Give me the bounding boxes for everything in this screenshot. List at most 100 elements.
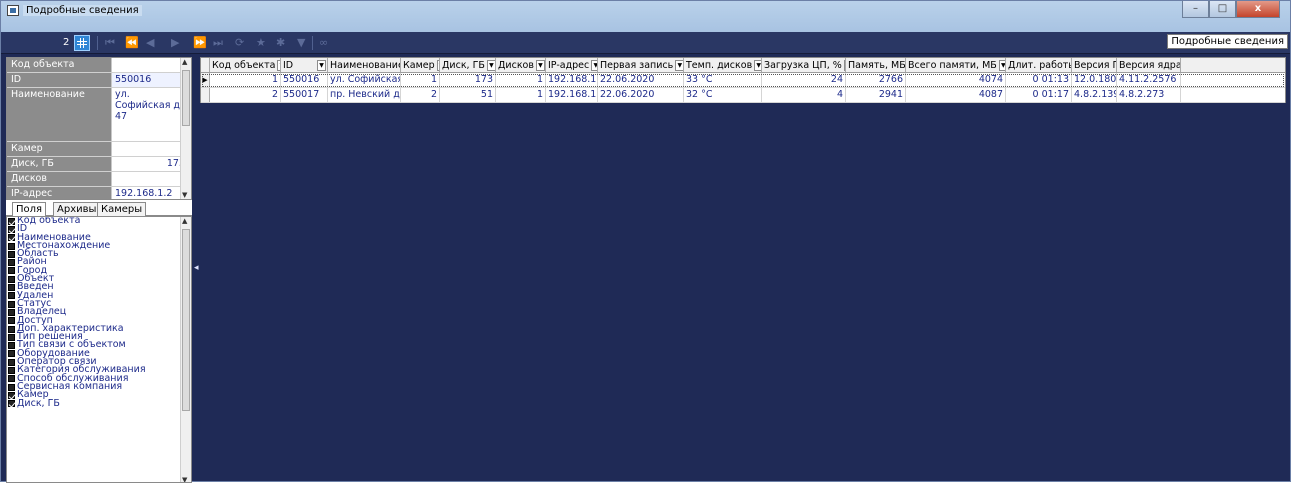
checkbox-unchecked-icon[interactable] bbox=[8, 242, 15, 250]
table-row[interactable]: 2550017пр. Невский д. 102511192.168.1.32… bbox=[201, 88, 1285, 103]
checkbox-unchecked-icon[interactable] bbox=[8, 383, 15, 391]
checkbox-unchecked-icon[interactable] bbox=[8, 292, 15, 300]
checkbox-checked-icon[interactable] bbox=[8, 400, 15, 408]
column-header[interactable]: Всего памяти, МБ ▼ bbox=[906, 58, 1006, 72]
column-header[interactable]: Память, МБ▼ bbox=[846, 58, 906, 72]
checkbox-unchecked-icon[interactable] bbox=[8, 333, 15, 341]
checkbox-unchecked-icon[interactable] bbox=[8, 259, 15, 267]
column-filter-dropdown-icon[interactable]: ▼ bbox=[486, 59, 495, 71]
property-row[interactable]: Камер1 bbox=[7, 142, 191, 157]
table-cell[interactable]: 4.11.2.2576 bbox=[1117, 73, 1181, 87]
table-cell[interactable]: 51 bbox=[440, 88, 496, 102]
table-cell[interactable]: 1 bbox=[401, 73, 440, 87]
checkbox-unchecked-icon[interactable] bbox=[8, 350, 15, 358]
table-cell[interactable]: пр. Невский д. 10 bbox=[328, 88, 401, 102]
collapse-panel-icon[interactable]: ◂ bbox=[194, 263, 199, 273]
row-indicator[interactable] bbox=[201, 88, 210, 102]
checkbox-unchecked-icon[interactable] bbox=[8, 300, 15, 308]
table-cell[interactable]: 12.0.1808 bbox=[1072, 73, 1117, 87]
scroll-up-icon[interactable]: ▲ bbox=[182, 217, 187, 225]
column-header[interactable]: Камер▼ bbox=[401, 58, 440, 72]
column-filter-dropdown-icon[interactable]: ▼ bbox=[591, 59, 597, 71]
table-cell[interactable]: 33 °C bbox=[684, 73, 762, 87]
table-cell[interactable]: 0 01:17 bbox=[1006, 88, 1072, 102]
table-cell[interactable]: 1 bbox=[496, 73, 546, 87]
prev-page-icon[interactable]: ⏪ bbox=[125, 36, 139, 50]
close-button[interactable]: x bbox=[1236, 1, 1280, 18]
property-row[interactable]: Дисков1 bbox=[7, 172, 191, 187]
checkbox-unchecked-icon[interactable] bbox=[8, 375, 15, 383]
table-cell[interactable]: 2 bbox=[210, 88, 281, 102]
properties-scrollbar[interactable]: ▲ ▼ bbox=[180, 58, 191, 199]
checkbox-unchecked-icon[interactable] bbox=[8, 275, 15, 283]
current-row-icon[interactable]: ▶ bbox=[201, 73, 210, 87]
column-header[interactable]: Версия ПО▼ bbox=[1072, 58, 1117, 72]
column-header[interactable]: Версия ядра▼ bbox=[1117, 58, 1181, 72]
column-header[interactable]: Наименование▼ bbox=[328, 58, 401, 72]
property-row[interactable]: IP-адрес 192.168.1.2 bbox=[7, 187, 191, 199]
first-record-icon[interactable]: ⏮ bbox=[105, 36, 115, 50]
table-cell[interactable]: 4 bbox=[762, 88, 846, 102]
column-filter-dropdown-icon[interactable]: ▼ bbox=[998, 59, 1005, 71]
table-cell[interactable]: 22.06.2020 bbox=[598, 73, 684, 87]
column-header[interactable]: Длит. работы▼ bbox=[1006, 58, 1072, 72]
title-bar[interactable]: Подробные сведения – □ x bbox=[1, 1, 1290, 32]
column-header[interactable]: Загрузка ЦП, %▼ bbox=[762, 58, 846, 72]
table-cell[interactable]: 22.06.2020 bbox=[598, 88, 684, 102]
checkbox-unchecked-icon[interactable] bbox=[8, 284, 15, 292]
property-row[interactable]: Диск, ГБ 173 bbox=[7, 157, 191, 172]
maximize-button[interactable]: □ bbox=[1209, 1, 1236, 18]
checkbox-unchecked-icon[interactable] bbox=[8, 317, 15, 325]
table-cell[interactable]: 24 bbox=[762, 73, 846, 87]
checkbox-unchecked-icon[interactable] bbox=[8, 366, 15, 374]
table-cell[interactable]: 550017 bbox=[281, 88, 328, 102]
tab-archives[interactable]: Архивы bbox=[53, 202, 101, 216]
property-row[interactable]: ID 550016 bbox=[7, 73, 191, 88]
checkbox-unchecked-icon[interactable] bbox=[8, 308, 15, 316]
field-list-item[interactable]: Код объекта bbox=[7, 217, 191, 225]
checkbox-unchecked-icon[interactable] bbox=[8, 267, 15, 275]
field-list-item[interactable]: Диск, ГБ bbox=[7, 398, 191, 408]
details-button[interactable]: Подробные сведения bbox=[1167, 34, 1288, 49]
column-header[interactable]: Дисков ▼ bbox=[496, 58, 546, 72]
table-cell[interactable]: 4074 bbox=[906, 73, 1006, 87]
checkbox-checked-icon[interactable] bbox=[8, 234, 15, 242]
column-header[interactable]: Темп. дисков ▼ bbox=[684, 58, 762, 72]
prev-record-icon[interactable]: ◀ bbox=[146, 36, 154, 50]
column-header[interactable]: Диск, ГБ ▼ bbox=[440, 58, 496, 72]
table-cell[interactable]: 2941 bbox=[846, 88, 906, 102]
column-filter-dropdown-icon[interactable]: ▼ bbox=[317, 59, 326, 71]
column-filter-dropdown-icon[interactable]: ▼ bbox=[535, 59, 545, 71]
table-cell[interactable]: 4.8.2.1398 bbox=[1072, 88, 1117, 102]
minimize-button[interactable]: – bbox=[1182, 1, 1209, 18]
checkbox-unchecked-icon[interactable] bbox=[8, 342, 15, 350]
property-row[interactable]: Код объекта1 bbox=[7, 58, 191, 73]
table-cell[interactable]: 173 bbox=[440, 73, 496, 87]
column-header[interactable]: Первая запись ▼ bbox=[598, 58, 684, 72]
table-cell[interactable]: 192.168.1.3 bbox=[546, 88, 598, 102]
add-favorite-icon[interactable]: ✱ bbox=[276, 36, 285, 50]
scroll-up-icon[interactable]: ▲ bbox=[182, 58, 187, 66]
checkbox-checked-icon[interactable] bbox=[8, 217, 15, 225]
table-cell[interactable]: 1 bbox=[496, 88, 546, 102]
table-cell[interactable]: 4087 bbox=[906, 88, 1006, 102]
last-record-icon[interactable]: ⏭ bbox=[213, 36, 223, 50]
grid-view-icon[interactable] bbox=[74, 35, 90, 51]
checkbox-unchecked-icon[interactable] bbox=[8, 250, 15, 258]
field-list-scrollbar[interactable]: ▲ ▼ bbox=[180, 217, 191, 482]
column-header[interactable]: Код объекта▼ bbox=[210, 58, 281, 72]
tab-cameras[interactable]: Камеры bbox=[97, 202, 147, 216]
checkbox-checked-icon[interactable] bbox=[8, 225, 15, 233]
tab-fields[interactable]: Поля bbox=[12, 202, 47, 216]
property-row[interactable]: Наименование ул. Софийская д. 47 bbox=[7, 88, 191, 142]
table-cell[interactable]: 32 °C bbox=[684, 88, 762, 102]
scroll-thumb[interactable] bbox=[182, 70, 190, 126]
table-cell[interactable]: 192.168.1.2 bbox=[546, 73, 598, 87]
table-cell[interactable]: ул. Софийская д. 47 bbox=[328, 73, 401, 87]
table-cell[interactable]: 2766 bbox=[846, 73, 906, 87]
table-cell[interactable]: 0 01:13 bbox=[1006, 73, 1072, 87]
table-cell[interactable]: 4.8.2.273 bbox=[1117, 88, 1181, 102]
table-row[interactable]: ▶1550016ул. Софийская д. 4711731192.168.… bbox=[201, 73, 1285, 88]
scroll-thumb[interactable] bbox=[182, 229, 190, 411]
scroll-down-icon[interactable]: ▼ bbox=[182, 191, 187, 199]
